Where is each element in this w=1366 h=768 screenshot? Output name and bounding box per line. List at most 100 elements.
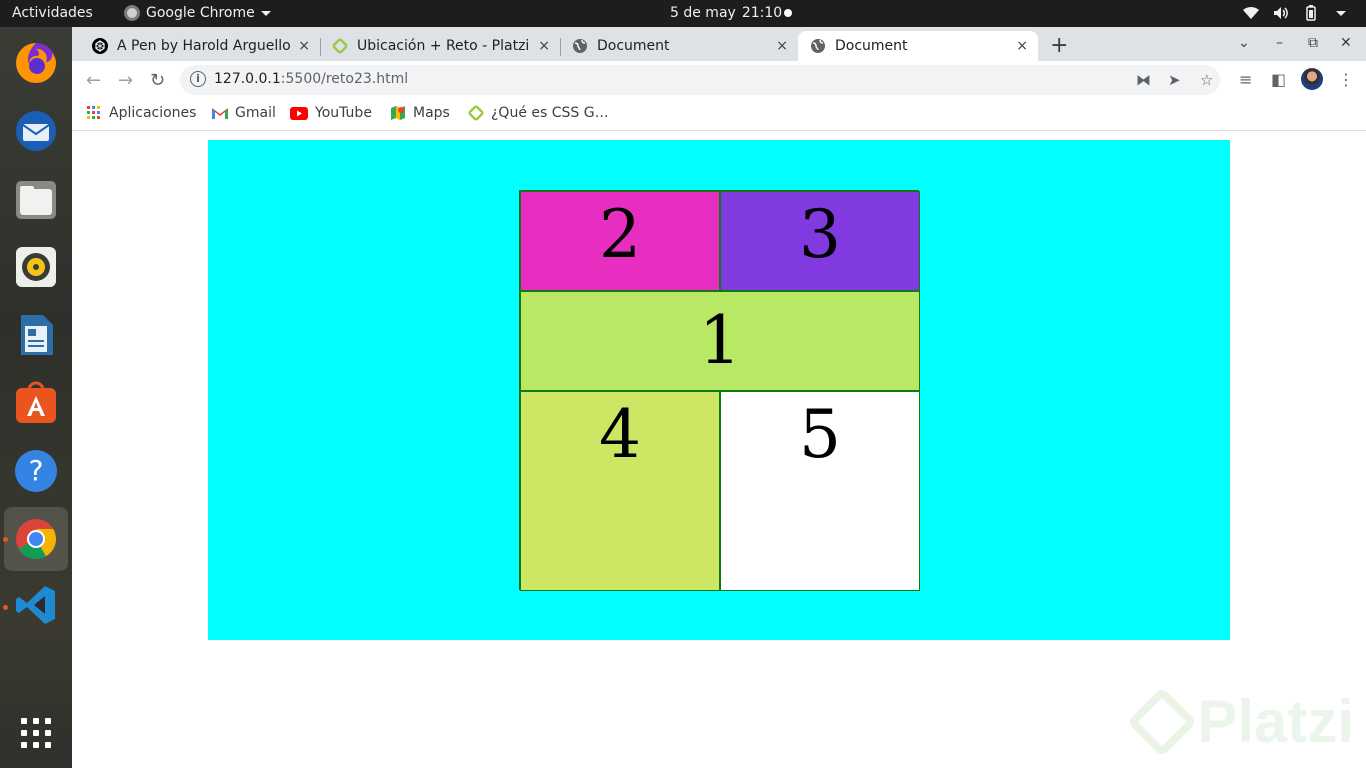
dock-writer[interactable]: [10, 309, 62, 361]
tab-close-button[interactable]: ×: [298, 38, 310, 54]
address-bar[interactable]: i 127.0.0.1:5500/reto23.html ⧓ ➤ ☆: [180, 65, 1220, 95]
tab-close-button[interactable]: ×: [538, 38, 550, 54]
reload-button[interactable]: ↻: [150, 70, 165, 91]
close-window-button[interactable]: ✕: [1340, 35, 1352, 51]
url-text: 127.0.0.1:5500/reto23.html: [214, 71, 409, 87]
translate-icon[interactable]: ⧓: [1136, 71, 1151, 89]
bookmark-gmail[interactable]: Gmail: [212, 105, 276, 121]
notification-dot: [784, 9, 792, 17]
menu-kebab-icon[interactable]: ⋮: [1338, 70, 1354, 89]
dock-firefox[interactable]: [10, 37, 62, 89]
chrome-mini-icon: [124, 5, 140, 21]
grid-item-4: 4: [520, 391, 720, 591]
bookmark-label: Aplicaciones: [109, 105, 197, 121]
dock-thunderbird[interactable]: [10, 105, 62, 157]
profile-avatar[interactable]: [1301, 68, 1323, 90]
tab-document[interactable]: Document ×: [560, 31, 798, 61]
bookmark-label: YouTube: [315, 105, 372, 121]
dock-files[interactable]: [10, 173, 62, 225]
bookmark-maps[interactable]: Maps: [390, 105, 450, 121]
bookmark-youtube[interactable]: YouTube: [290, 105, 372, 121]
bookmark-platzi[interactable]: ¿Qué es CSS G…: [468, 105, 609, 121]
minimize-button[interactable]: –: [1276, 35, 1283, 51]
grid-item-5: 5: [720, 391, 920, 591]
tab-title: A Pen by Harold Arguello: [117, 38, 291, 54]
bookmark-label: Gmail: [235, 105, 276, 121]
grid-item-3: 3: [720, 191, 920, 291]
site-info-icon[interactable]: i: [190, 71, 206, 87]
app-menu-button[interactable]: Google Chrome: [124, 5, 271, 21]
apps-grid-icon: [87, 106, 100, 119]
grid-item-label: 1: [699, 302, 741, 379]
tab-codepen[interactable]: A Pen by Harold Arguello ×: [80, 31, 320, 61]
side-panel-icon[interactable]: ◧: [1271, 70, 1286, 89]
dock-show-apps[interactable]: [10, 707, 62, 759]
bookmark-label: ¿Qué es CSS G…: [491, 105, 609, 121]
tab-title: Ubicación + Reto - Platzi: [357, 38, 530, 54]
writer-icon: [21, 315, 53, 355]
grid-item-2: 2: [520, 191, 720, 291]
chevron-down-icon: [260, 10, 271, 16]
tab-platzi[interactable]: Ubicación + Reto - Platzi ×: [320, 31, 560, 61]
tab-close-button[interactable]: ×: [1016, 38, 1028, 54]
volume-icon: [1274, 7, 1288, 19]
media-queue-icon[interactable]: ≡: [1239, 70, 1252, 89]
page-viewport: 2 3 1 4 5 Platzi: [72, 132, 1366, 768]
maps-icon: [391, 106, 405, 120]
tab-search-button[interactable]: ⌄: [1238, 35, 1250, 51]
svg-text:?: ?: [29, 454, 44, 487]
wifi-icon: [1243, 6, 1259, 19]
firefox-icon: [16, 43, 56, 83]
platzi-icon: [468, 105, 484, 121]
dock-chrome[interactable]: [4, 507, 68, 571]
tab-title: Document: [835, 38, 908, 54]
bookmark-label: Maps: [413, 105, 450, 121]
system-menu[interactable]: [1242, 4, 1350, 22]
battery-icon: [1306, 5, 1316, 21]
running-indicator: [3, 605, 8, 610]
grid-item-label: 3: [799, 196, 841, 273]
platzi-icon: [332, 38, 348, 54]
clock-date: 5 de may: [670, 5, 736, 21]
youtube-icon: [290, 106, 308, 120]
dock-software[interactable]: [10, 377, 62, 429]
platzi-logo-icon: [1126, 686, 1198, 757]
dock-rhythmbox[interactable]: [10, 241, 62, 293]
app-menu-label: Google Chrome: [146, 5, 255, 21]
chevron-down-icon: [1336, 11, 1346, 16]
grid-item-label: 2: [599, 196, 641, 273]
forward-button[interactable]: →: [118, 70, 133, 91]
rhythmbox-icon: [16, 247, 56, 287]
dock: ?: [0, 27, 72, 768]
app-grid-icon: [21, 718, 51, 748]
clock-time: 21:10: [741, 5, 783, 21]
running-indicator: [3, 537, 8, 542]
bookmark-apps[interactable]: Aplicaciones: [86, 105, 196, 121]
grid-container: 2 3 1 4 5: [519, 190, 920, 591]
new-tab-button[interactable]: +: [1050, 33, 1068, 58]
tab-document-active[interactable]: Document ×: [798, 31, 1038, 61]
browser-toolbar: ← → ↻ i 127.0.0.1:5500/reto23.html ⧓ ➤ ☆…: [72, 61, 1366, 99]
tab-close-button[interactable]: ×: [776, 38, 788, 54]
restore-button[interactable]: ⧉: [1308, 35, 1318, 51]
grid-item-label: 4: [599, 396, 641, 473]
files-icon: [16, 181, 56, 219]
send-icon[interactable]: ➤: [1168, 71, 1181, 89]
activities-button[interactable]: Actividades: [12, 5, 93, 21]
system-top-bar: Actividades Google Chrome 5 de may 21:10: [0, 0, 1366, 27]
globe-icon: [572, 38, 588, 54]
vscode-icon: [16, 586, 55, 624]
help-icon: ?: [15, 450, 57, 492]
dock-vscode[interactable]: [10, 579, 62, 631]
codepen-icon: [92, 38, 108, 54]
software-center-icon: [16, 381, 56, 423]
bookmark-star-icon[interactable]: ☆: [1200, 71, 1213, 89]
chrome-icon: [16, 519, 56, 559]
back-button[interactable]: ←: [86, 70, 101, 91]
clock[interactable]: 5 de may 21:10: [670, 5, 782, 21]
globe-icon: [810, 38, 826, 54]
gmail-icon: [212, 108, 228, 119]
dock-help[interactable]: ?: [10, 445, 62, 497]
watermark-text: Platzi: [1197, 688, 1354, 755]
chrome-window: A Pen by Harold Arguello × Ubicación + R…: [72, 27, 1366, 768]
